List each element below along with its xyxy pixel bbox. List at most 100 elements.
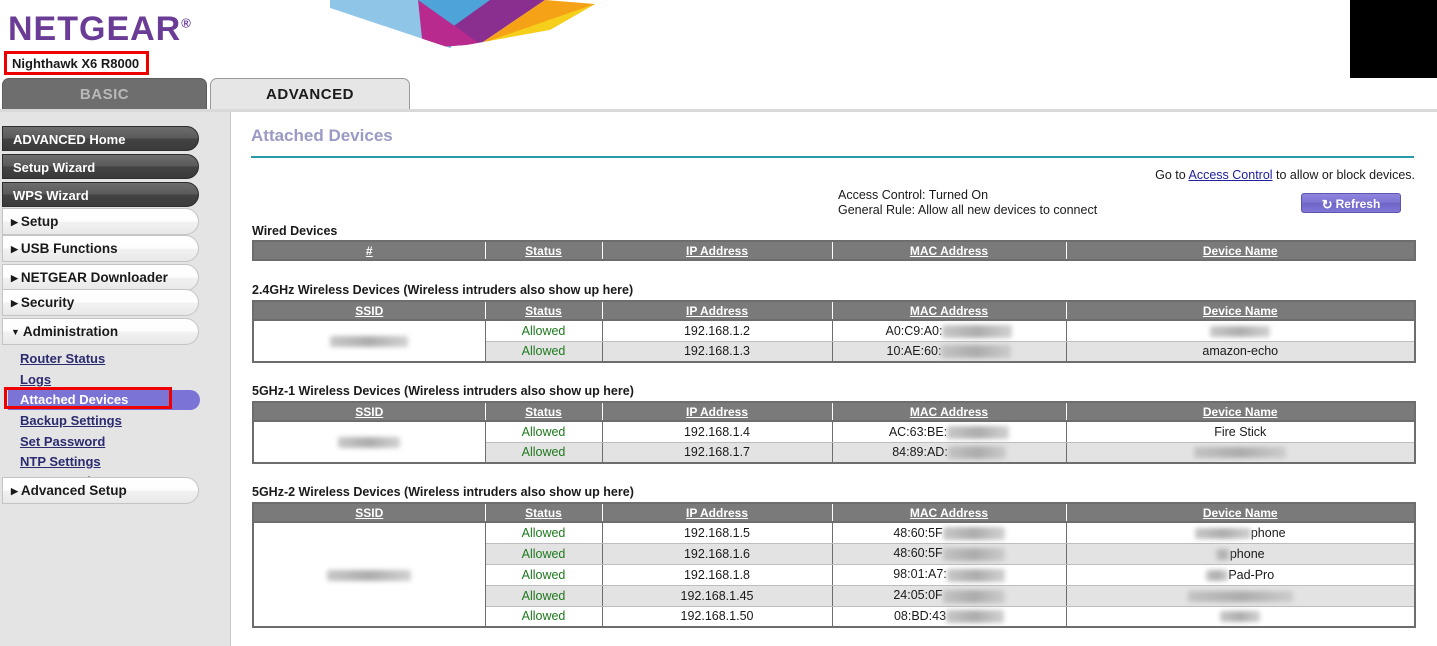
redaction-blur <box>1220 611 1260 622</box>
refresh-icon: ↻ <box>1322 195 1333 214</box>
redaction-blur <box>1195 528 1251 539</box>
redaction-blur <box>948 446 1006 459</box>
sidebar-group-advanced-setup-label: Advanced Setup <box>21 483 127 498</box>
mac-prefix: 98:01:A7: <box>893 567 947 581</box>
access-control-link[interactable]: Access Control <box>1189 168 1273 182</box>
col-header-ip-address[interactable]: IP Address <box>602 402 832 421</box>
cell-mac-address: 48:60:5F <box>832 543 1066 564</box>
cell-ip-address: 192.168.1.45 <box>602 585 832 606</box>
redaction-blur <box>943 590 1005 603</box>
page-header: NETGEAR® Nighthawk X6 R8000 <box>0 0 1437 78</box>
redaction-blur <box>1188 591 1293 602</box>
cell-device-name: Pad-Pro <box>1066 564 1415 585</box>
sidebar-group-usb-functions-label: USB Functions <box>21 241 118 256</box>
col-header-status[interactable]: Status <box>485 503 602 522</box>
mac-prefix: 84:89:AD: <box>892 445 948 459</box>
sidebar-item-wps-wizard[interactable]: WPS Wizard <box>2 182 199 207</box>
cell-ssid-redacted <box>253 320 485 362</box>
cell-status: Allowed <box>485 606 602 627</box>
cell-device-name: phone <box>1066 522 1415 543</box>
mac-prefix: A0:C9:A0: <box>886 324 943 338</box>
cell-status: Allowed <box>485 320 602 341</box>
table-5ghz-2-devices: SSID Status IP Address MAC Address Devic… <box>252 502 1416 628</box>
col-header-device-name[interactable]: Device Name <box>1066 301 1415 320</box>
sidebar-group-administration[interactable]: ▼Administration <box>2 318 199 345</box>
sidebar-group-security[interactable]: ▶Security <box>2 289 199 316</box>
mac-prefix: 24:05:0F <box>893 588 942 602</box>
redaction-blur <box>947 426 1009 439</box>
sidebar-item-setup-wizard[interactable]: Setup Wizard <box>2 154 199 179</box>
sidebar-nav: ADVANCED Home Setup Wizard WPS Wizard ▶S… <box>0 112 231 646</box>
page-title: Attached Devices <box>251 126 393 146</box>
col-header-status[interactable]: Status <box>485 301 602 320</box>
cell-ip-address: 192.168.1.7 <box>602 442 832 463</box>
table-5ghz-1-devices: SSID Status IP Address MAC Address Devic… <box>252 401 1416 464</box>
col-header-mac-address[interactable]: MAC Address <box>832 301 1066 320</box>
table-row: Allowed 192.168.1.2 A0:C9:A0: <box>253 320 1415 341</box>
cell-mac-address: 48:60:5F <box>832 522 1066 543</box>
col-header-ip-address[interactable]: IP Address <box>602 241 832 260</box>
sidebar-group-advanced-setup[interactable]: ▶Advanced Setup <box>2 477 199 504</box>
device-name-suffix: phone <box>1230 547 1265 561</box>
redaction-blur <box>943 548 1005 561</box>
col-header-device-name[interactable]: Device Name <box>1066 402 1415 421</box>
col-header-ip-address[interactable]: IP Address <box>602 503 832 522</box>
col-header-ssid[interactable]: SSID <box>253 301 485 320</box>
access-control-summary: Access Control: Turned On General Rule: … <box>838 188 1097 218</box>
netgear-logo-text: NETGEAR <box>8 10 181 48</box>
sidebar-group-setup[interactable]: ▶Setup <box>2 208 199 235</box>
col-header-status[interactable]: Status <box>485 241 602 260</box>
access-control-status: Access Control: Turned On <box>838 188 1097 203</box>
cell-mac-address: A0:C9:A0: <box>832 320 1066 341</box>
cell-status: Allowed <box>485 421 602 442</box>
col-header-mac-address[interactable]: MAC Address <box>832 241 1066 260</box>
cell-device-name: phone <box>1066 543 1415 564</box>
redaction-blur <box>941 345 1011 358</box>
table-wired-devices: # Status IP Address MAC Address Device N… <box>252 240 1416 261</box>
col-header-device-name[interactable]: Device Name <box>1066 241 1415 260</box>
col-header-ssid[interactable]: SSID <box>253 503 485 522</box>
tab-basic[interactable]: BASIC <box>2 78 207 110</box>
sidebar-group-netgear-downloader[interactable]: ▶NETGEAR Downloader <box>2 264 199 291</box>
cell-device-name: Fire Stick <box>1066 421 1415 442</box>
cell-ip-address: 192.168.1.3 <box>602 341 832 362</box>
table-24ghz-devices: SSID Status IP Address MAC Address Devic… <box>252 300 1416 363</box>
table-row: Allowed 192.168.1.5 48:60:5F phone <box>253 522 1415 543</box>
col-header-mac-address[interactable]: MAC Address <box>832 503 1066 522</box>
redaction-blur <box>1216 549 1230 560</box>
sidebar-item-backup-settings[interactable]: Backup Settings <box>20 412 198 431</box>
mac-prefix: 08:BD:43 <box>894 609 946 623</box>
device-name-suffix: phone <box>1251 526 1286 540</box>
sidebar-item-set-password[interactable]: Set Password <box>20 433 198 452</box>
table-header-row: SSID Status IP Address MAC Address Devic… <box>253 402 1415 421</box>
cell-status: Allowed <box>485 585 602 606</box>
col-header-mac-address[interactable]: MAC Address <box>832 402 1066 421</box>
col-header-device-name[interactable]: Device Name <box>1066 503 1415 522</box>
goto-suffix-text: to allow or block devices. <box>1273 168 1415 182</box>
refresh-button[interactable]: ↻Refresh <box>1301 193 1401 213</box>
col-header-ssid[interactable]: SSID <box>253 402 485 421</box>
netgear-logo: NETGEAR® <box>8 10 192 49</box>
refresh-button-label: Refresh <box>1336 197 1381 211</box>
cell-status: Allowed <box>485 522 602 543</box>
table-header-row: SSID Status IP Address MAC Address Devic… <box>253 301 1415 320</box>
sidebar-item-ntp-settings[interactable]: NTP Settings <box>20 453 198 472</box>
sidebar-item-router-status[interactable]: Router Status <box>20 350 198 369</box>
col-header-index[interactable]: # <box>253 241 485 260</box>
mac-prefix: 48:60:5F <box>893 546 942 560</box>
sidebar-group-usb-functions[interactable]: ▶USB Functions <box>2 235 199 262</box>
section-label-24ghz: 2.4GHz Wireless Devices (Wireless intrud… <box>252 283 633 297</box>
redaction-blur <box>943 527 1005 540</box>
cell-mac-address: 08:BD:43 <box>832 606 1066 627</box>
table-header-row: SSID Status IP Address MAC Address Devic… <box>253 503 1415 522</box>
router-admin-page: NETGEAR® Nighthawk X6 R8000 BASIC ADVANC… <box>0 0 1437 646</box>
col-header-status[interactable]: Status <box>485 402 602 421</box>
col-header-ip-address[interactable]: IP Address <box>602 301 832 320</box>
chevron-down-icon: ▼ <box>11 319 20 345</box>
cell-mac-address: 24:05:0F <box>832 585 1066 606</box>
sidebar-item-attached-devices[interactable]: Attached Devices <box>8 390 200 410</box>
cell-status: Allowed <box>485 564 602 585</box>
tab-advanced[interactable]: ADVANCED <box>210 78 410 110</box>
sidebar-item-advanced-home[interactable]: ADVANCED Home <box>2 126 199 151</box>
sidebar-item-logs[interactable]: Logs <box>20 371 198 390</box>
